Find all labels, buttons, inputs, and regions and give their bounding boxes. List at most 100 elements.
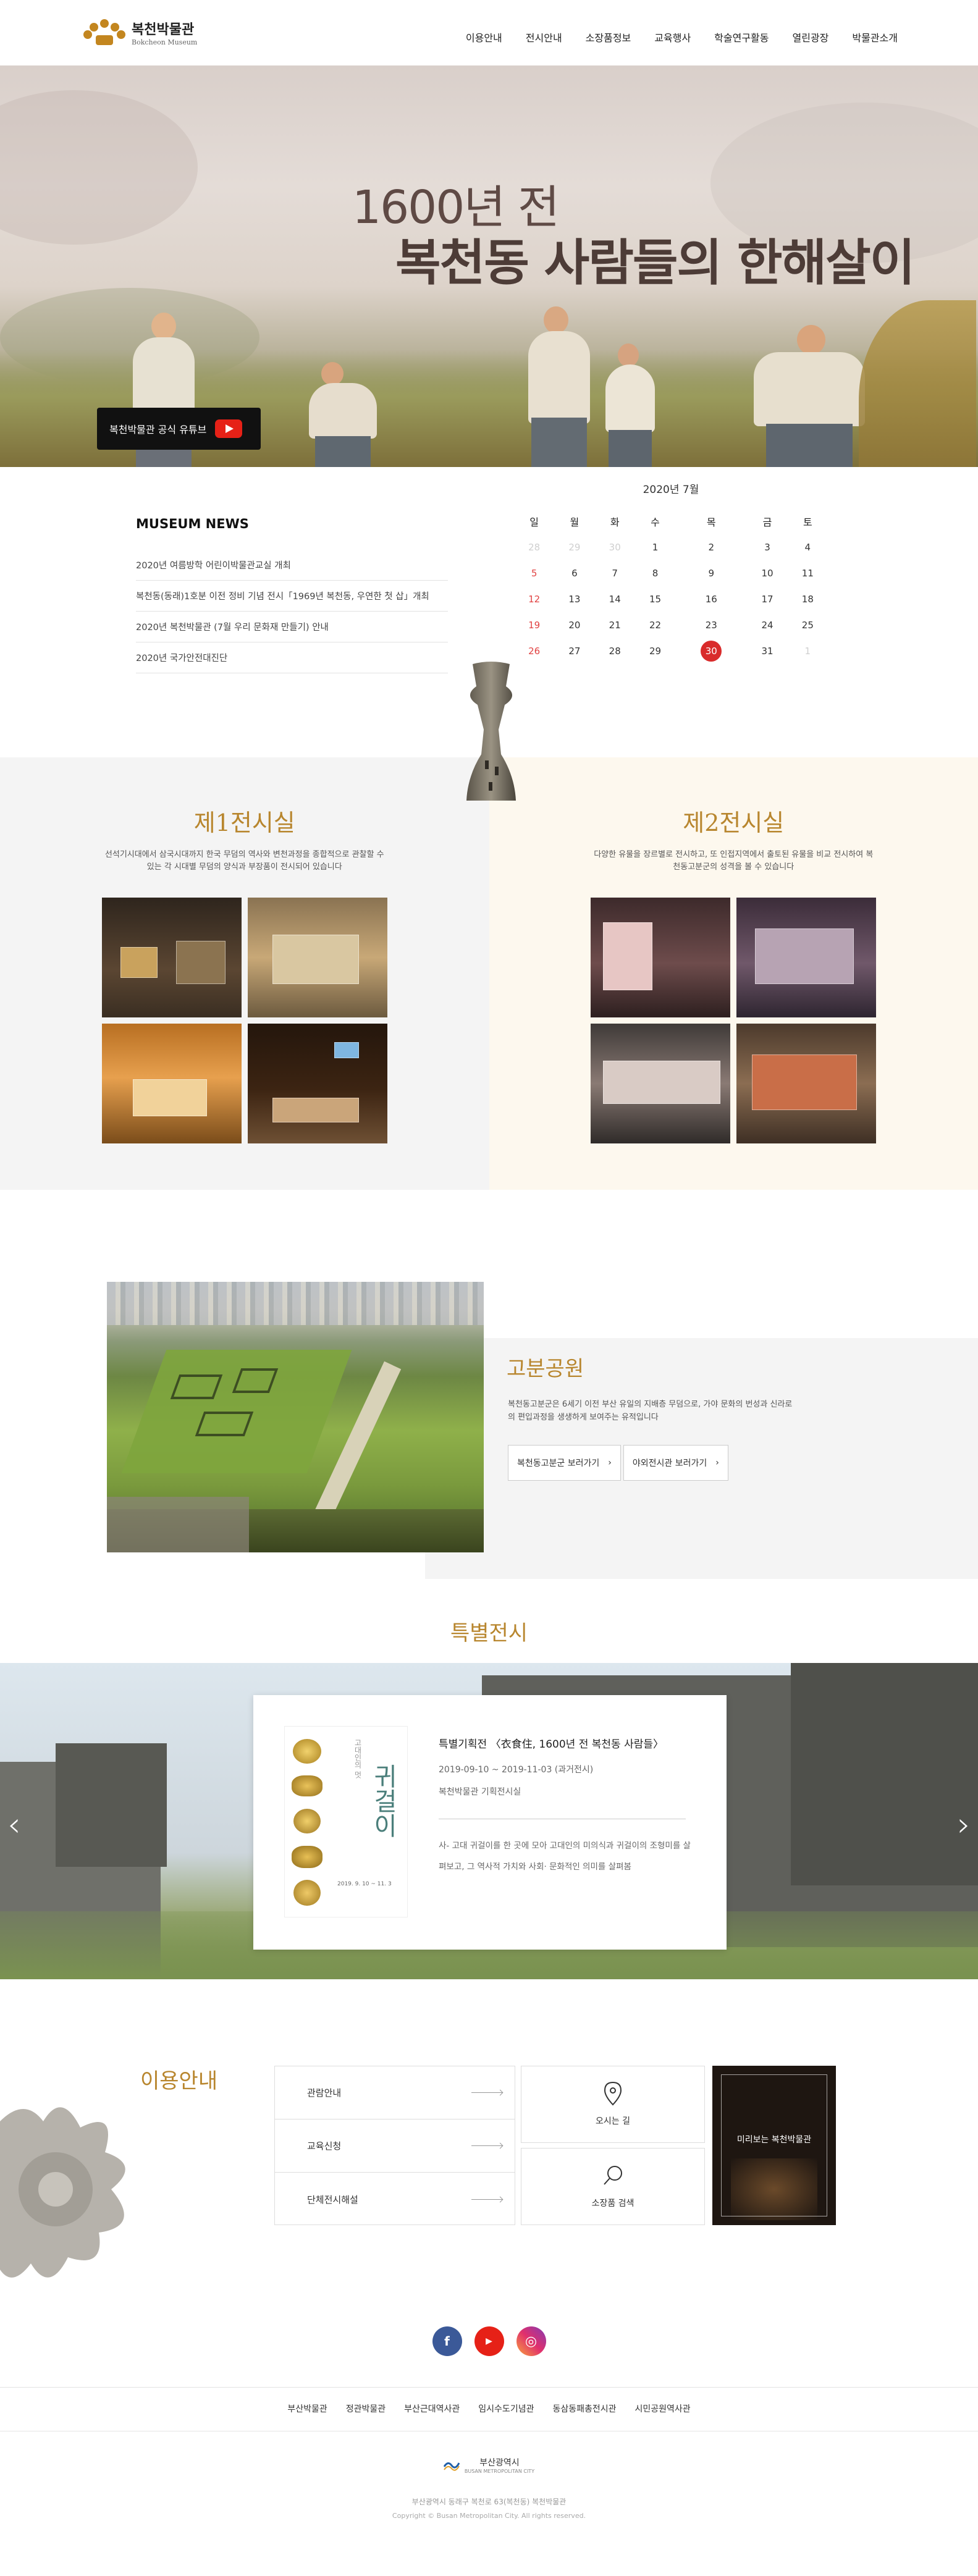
footer-link[interactable]: 부산박물관 xyxy=(287,2402,327,2415)
news-item[interactable]: 2020년 여름방학 어린이박물관교실 개최 xyxy=(136,550,448,581)
nav-item-collection[interactable]: 소장품정보 xyxy=(586,30,631,44)
hall-2-title[interactable]: 제2전시실 xyxy=(489,804,978,838)
news-list: 2020년 여름방학 어린이박물관교실 개최 복천동(동래)1호분 이전 정비 … xyxy=(136,550,448,673)
footer-link[interactable]: 동삼동패총전시관 xyxy=(552,2402,616,2415)
calendar-day[interactable]: 10 xyxy=(747,560,787,586)
bronze-ornament-image xyxy=(0,2107,125,2278)
group-tour-link[interactable]: 단체전시해설 xyxy=(275,2173,515,2226)
weekday-label: 토 xyxy=(803,516,812,528)
hall-2: 제2전시실 다양한 유물을 장르별로 전시하고, 또 인접지역에서 출토된 유물… xyxy=(489,757,978,1190)
calendar-day[interactable]: 17 xyxy=(747,586,787,612)
view-outdoor-exhibit-button[interactable]: 야외전시관 보러가기 › xyxy=(623,1445,728,1481)
hall-photo[interactable] xyxy=(247,1024,387,1143)
calendar-day[interactable]: 16 xyxy=(675,586,747,612)
hero-farmer-figure xyxy=(741,325,877,467)
calendar-day[interactable]: 26 xyxy=(514,638,554,664)
calendar-day[interactable]: 12 xyxy=(514,586,554,612)
education-apply-link[interactable]: 교육신청 xyxy=(275,2119,515,2173)
footer-link[interactable]: 임시수도기념관 xyxy=(478,2402,534,2415)
calendar-day[interactable]: 25 xyxy=(788,612,828,638)
collection-search-button[interactable]: 소장품 검색 xyxy=(521,2148,705,2225)
calendar-day[interactable]: 28 xyxy=(595,638,635,664)
hall-photo[interactable] xyxy=(247,898,387,1017)
calendar-day[interactable]: 4 xyxy=(788,534,828,560)
calendar-day[interactable]: 28 xyxy=(514,534,554,560)
facebook-icon[interactable]: f xyxy=(432,2326,462,2356)
slider-next-icon[interactable]: › xyxy=(957,1805,971,1844)
hall-photo[interactable] xyxy=(101,1024,242,1143)
nav-item-education[interactable]: 교육행사 xyxy=(654,30,691,44)
calendar-day[interactable]: 27 xyxy=(554,638,594,664)
youtube-icon[interactable]: ▶ xyxy=(474,2326,504,2356)
weekday-label: 월 xyxy=(570,516,580,528)
calendar-day[interactable]: 30 xyxy=(595,534,635,560)
calendar-day[interactable]: 7 xyxy=(595,560,635,586)
calendar-day[interactable]: 3 xyxy=(747,534,787,560)
calendar-day[interactable]: 14 xyxy=(595,586,635,612)
calendar-day[interactable]: 2 xyxy=(675,534,747,560)
nav-item-community[interactable]: 열린광장 xyxy=(793,30,829,44)
instagram-icon[interactable]: ◎ xyxy=(516,2326,546,2356)
museum-preview-video[interactable]: 미리보는 복천박물관 xyxy=(712,2066,836,2225)
calendar-day[interactable]: 15 xyxy=(635,586,675,612)
slider-prev-icon[interactable]: ‹ xyxy=(7,1805,21,1844)
calendar-day[interactable]: 29 xyxy=(554,534,594,560)
calendar-day[interactable]: 23 xyxy=(675,612,747,638)
site-footer: 부산박물관 정관박물관 부산근대역사관 임시수도기념관 동삼동패총전시관 시민공… xyxy=(0,2387,978,2543)
hall-photo[interactable] xyxy=(591,1024,731,1143)
viewing-info-link[interactable]: 관람안내 xyxy=(275,2066,515,2119)
hall-photo[interactable] xyxy=(736,898,877,1017)
calendar-day[interactable]: 5 xyxy=(514,560,554,586)
calendar-day[interactable]: 11 xyxy=(788,560,828,586)
calendar-day[interactable]: 13 xyxy=(554,586,594,612)
news-item[interactable]: 복천동(동래)1호분 이전 정비 기념 전시「1969년 복천동, 우연한 첫 … xyxy=(136,581,448,612)
viewing-info-label: 관람안내 xyxy=(307,2087,342,2098)
calendar-day[interactable]: 6 xyxy=(554,560,594,586)
nav-item-exhibition[interactable]: 전시안내 xyxy=(526,30,562,44)
hall-photo[interactable] xyxy=(101,898,242,1017)
nav-item-usage[interactable]: 이용안내 xyxy=(466,30,502,44)
busan-city-logo[interactable]: 부산광역시 BUSAN METROPOLITAN CITY xyxy=(0,2456,978,2474)
calendar-day[interactable]: 20 xyxy=(554,612,594,638)
exhibition-poster[interactable]: 고대인의 멋 귀걸이 2019. 9. 10 ~ 11. 3 xyxy=(284,1726,408,1917)
weekday-label: 수 xyxy=(651,516,660,528)
footer-link[interactable]: 시민공원역사관 xyxy=(635,2402,691,2415)
poster-subtitle: 고대인의 멋 xyxy=(353,1739,362,1778)
footer-link[interactable]: 정관박물관 xyxy=(346,2402,386,2415)
busan-wave-icon xyxy=(443,2462,460,2471)
collection-search-label: 소장품 검색 xyxy=(591,2199,634,2208)
group-tour-label: 단체전시해설 xyxy=(307,2194,358,2205)
youtube-button[interactable]: 복천박물관 공식 유튜브 xyxy=(97,408,261,450)
view-tombs-button[interactable]: 복천동고분군 보러가기 › xyxy=(508,1445,621,1481)
footer-link[interactable]: 부산근대역사관 xyxy=(404,2402,460,2415)
calendar-day[interactable]: 1 xyxy=(635,534,675,560)
calendar-day[interactable]: 1 xyxy=(788,638,828,664)
calendar-day[interactable]: 8 xyxy=(635,560,675,586)
hall-photo[interactable] xyxy=(591,898,731,1017)
calendar-day[interactable]: 22 xyxy=(635,612,675,638)
calendar-day-today[interactable]: 30 xyxy=(675,638,747,664)
youtube-play-icon xyxy=(215,419,243,438)
special-exhibition-title[interactable]: 특별기획전 〈衣食住, 1600년 전 복천동 사람들〉 xyxy=(439,1735,664,1751)
hall-photo[interactable] xyxy=(736,1024,877,1143)
pottery-vase-image xyxy=(466,662,516,801)
calendar-day[interactable]: 9 xyxy=(675,560,747,586)
news-item[interactable]: 2020년 국가안전대진단 xyxy=(136,642,448,673)
calendar-day[interactable]: 29 xyxy=(635,638,675,664)
social-links: f ▶ ◎ xyxy=(0,2326,978,2356)
special-exhibition-card[interactable]: 고대인의 멋 귀걸이 2019. 9. 10 ~ 11. 3 특별기획전 〈衣食… xyxy=(253,1695,727,1950)
site-logo[interactable]: 복천박물관 Bokcheon Museum xyxy=(83,19,197,46)
calendar-day[interactable]: 19 xyxy=(514,612,554,638)
news-item[interactable]: 2020년 복천박물관 (7월 우리 문화재 만들기) 안내 xyxy=(136,612,448,642)
calendar-day[interactable]: 31 xyxy=(747,638,787,664)
nav-item-research[interactable]: 학술연구활동 xyxy=(714,30,769,44)
tomb-park-photo xyxy=(107,1282,484,1552)
directions-button[interactable]: 오시는 길 xyxy=(521,2066,705,2143)
special-exhibition-place: 복천박물관 기획전시실 xyxy=(439,1787,521,1797)
view-tombs-label: 복천동고분군 보러가기 xyxy=(517,1458,600,1468)
nav-item-about[interactable]: 박물관소개 xyxy=(852,30,898,44)
calendar-day[interactable]: 18 xyxy=(788,586,828,612)
calendar-day[interactable]: 24 xyxy=(747,612,787,638)
hall-1-title[interactable]: 제1전시실 xyxy=(0,804,489,838)
calendar-day[interactable]: 21 xyxy=(595,612,635,638)
